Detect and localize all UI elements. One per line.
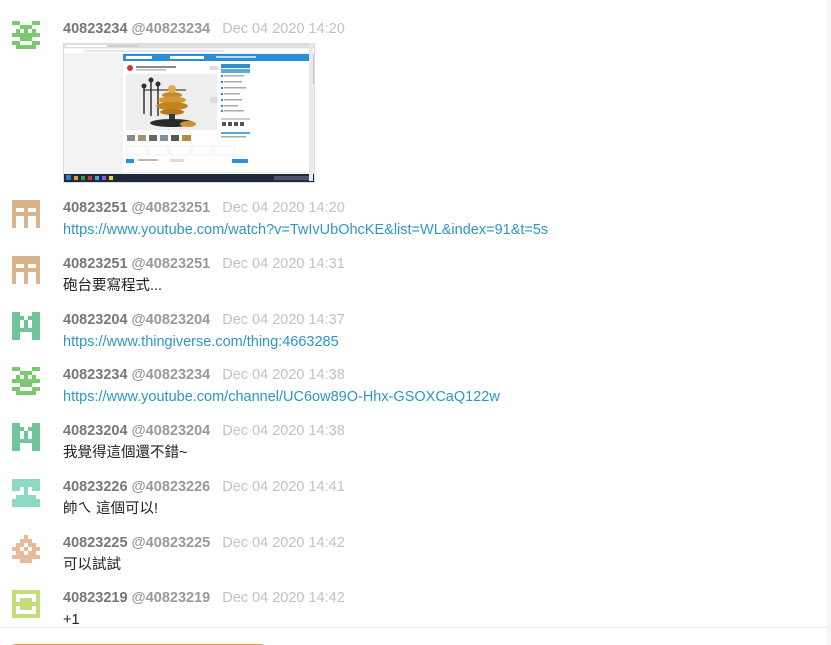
- chat-message: 40823226 @40823226 Dec 04 2020 14:41 帥ㄟ …: [0, 478, 831, 524]
- sender-name[interactable]: 40823251: [63, 256, 128, 272]
- message-timestamp[interactable]: Dec 04 2020 14:42: [222, 590, 345, 606]
- identicon-tan-grid-icon: [12, 256, 40, 284]
- message-meta: 40823251 @40823251 Dec 04 2020 14:31: [63, 255, 345, 273]
- clipped-link-text: [63, 0, 323, 5]
- identicon-peach-diamond-icon: [12, 535, 40, 563]
- message-text: 可以試試: [63, 557, 121, 573]
- sender-name[interactable]: 40823219: [63, 590, 128, 606]
- chat-message: 40823225 @40823225 Dec 04 2020 14:42 可以試…: [0, 534, 831, 580]
- sender-name[interactable]: 40823234: [63, 367, 128, 383]
- message-meta: 40823226 @40823226 Dec 04 2020 14:41: [63, 478, 345, 496]
- identicon-tan-grid-icon: [12, 200, 40, 228]
- scrollbar[interactable]: [827, 0, 831, 645]
- message-link[interactable]: https://www.thingiverse.com/thing:466328…: [63, 333, 339, 351]
- identicon-teal-h-icon: [12, 423, 40, 451]
- chat-message: 40823251 @40823251 Dec 04 2020 14:20 htt…: [0, 199, 831, 245]
- sender-name[interactable]: 40823234: [63, 21, 128, 37]
- message-timestamp[interactable]: Dec 04 2020 14:41: [222, 479, 345, 495]
- sender-name[interactable]: 40823226: [63, 479, 128, 495]
- sender-name[interactable]: 40823251: [63, 200, 128, 216]
- message-timestamp[interactable]: Dec 04 2020 14:31: [222, 256, 345, 272]
- chat-message: 40823234 @40823234 Dec 04 2020 14:38 htt…: [0, 366, 831, 412]
- message-timestamp[interactable]: Dec 04 2020 14:20: [222, 200, 345, 216]
- message-text: 砲台要寫程式...: [63, 278, 163, 294]
- sender-handle[interactable]: @40823251: [132, 256, 211, 272]
- chat-message: 40823234 @40823234 Dec 04 2020 14:20: [0, 20, 831, 190]
- message-text: 我覺得這個還不錯~: [63, 445, 188, 461]
- message-link[interactable]: https://www.youtube.com/watch?v=TwIvUbOh…: [63, 221, 548, 239]
- screenshot-preview-image: [64, 44, 314, 182]
- previous-message-link-fragment[interactable]: [63, 0, 323, 5]
- identicon-green-invader-icon: [12, 21, 40, 49]
- sender-handle[interactable]: @40823226: [132, 479, 211, 495]
- sender-handle[interactable]: @40823251: [132, 200, 211, 216]
- chat-message-list[interactable]: 40823234 @40823234 Dec 04 2020 14:20 408…: [0, 0, 831, 645]
- screenshot-thumbnail[interactable]: [63, 43, 315, 183]
- message-meta: 40823234 @40823234 Dec 04 2020 14:20: [63, 20, 345, 38]
- sender-handle[interactable]: @40823219: [132, 590, 211, 606]
- chat-message: 40823204 @40823204 Dec 04 2020 14:38 我覺得…: [0, 422, 831, 468]
- message-meta: 40823219 @40823219 Dec 04 2020 14:42: [63, 589, 345, 607]
- message-meta: 40823234 @40823234 Dec 04 2020 14:38: [63, 366, 345, 384]
- message-timestamp[interactable]: Dec 04 2020 14:37: [222, 312, 345, 328]
- sender-handle[interactable]: @40823234: [132, 367, 211, 383]
- sender-handle[interactable]: @40823204: [132, 312, 211, 328]
- identicon-mint-bar-icon: [12, 479, 40, 507]
- composer-bar: [0, 627, 831, 645]
- sender-name[interactable]: 40823225: [63, 535, 128, 551]
- sender-name[interactable]: 40823204: [63, 312, 128, 328]
- sender-name[interactable]: 40823204: [63, 423, 128, 439]
- message-meta: 40823204 @40823204 Dec 04 2020 14:37: [63, 311, 345, 329]
- chat-message: 40823204 @40823204 Dec 04 2020 14:37 htt…: [0, 311, 831, 357]
- message-link[interactable]: https://www.youtube.com/channel/UC6ow89O…: [63, 388, 500, 406]
- message-timestamp[interactable]: Dec 04 2020 14:38: [222, 423, 345, 439]
- sender-handle[interactable]: @40823204: [132, 423, 211, 439]
- message-meta: 40823225 @40823225 Dec 04 2020 14:42: [63, 534, 345, 552]
- thumbnail-edge: [309, 43, 313, 181]
- identicon-lime-ladder-icon: [12, 590, 40, 618]
- chat-message: 40823251 @40823251 Dec 04 2020 14:31 砲台要…: [0, 255, 831, 301]
- message-meta: 40823204 @40823204 Dec 04 2020 14:38: [63, 422, 345, 440]
- identicon-teal-h-icon: [12, 312, 40, 340]
- message-timestamp[interactable]: Dec 04 2020 14:20: [222, 21, 345, 37]
- message-timestamp[interactable]: Dec 04 2020 14:42: [222, 535, 345, 551]
- message-timestamp[interactable]: Dec 04 2020 14:38: [222, 367, 345, 383]
- sender-handle[interactable]: @40823225: [132, 535, 211, 551]
- sender-handle[interactable]: @40823234: [132, 21, 211, 37]
- message-text: 帥ㄟ 這個可以!: [63, 501, 159, 517]
- message-meta: 40823251 @40823251 Dec 04 2020 14:20: [63, 199, 345, 217]
- identicon-green-invader-icon: [12, 367, 40, 395]
